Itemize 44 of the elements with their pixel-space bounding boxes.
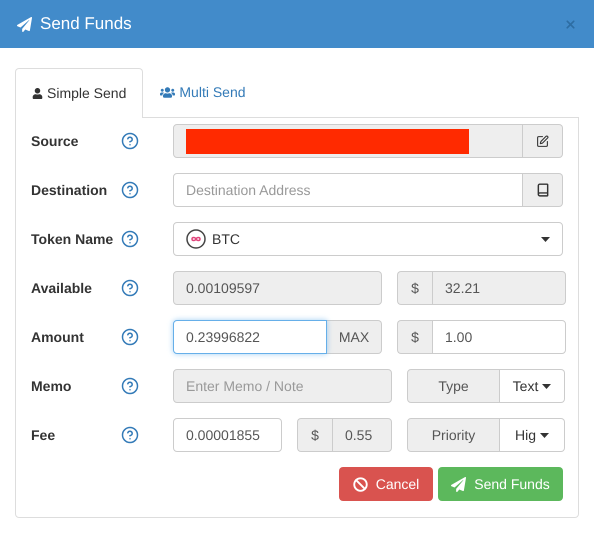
help-icon[interactable] xyxy=(121,230,139,248)
currency-addon: $ xyxy=(297,418,332,452)
ban-icon xyxy=(352,476,368,492)
edit-button[interactable] xyxy=(523,124,563,158)
token-icon xyxy=(186,229,206,249)
dropdown-button[interactable]: Hig xyxy=(500,418,565,452)
input-field[interactable]: 1.00 xyxy=(432,320,566,354)
currency-addon: $ xyxy=(397,271,432,305)
edit-icon xyxy=(536,134,549,148)
caret-icon xyxy=(541,236,550,242)
dropdown-label: Type xyxy=(407,369,500,403)
currency-addon: $ xyxy=(397,320,432,354)
help-icon[interactable] xyxy=(121,279,139,297)
field-label: Source xyxy=(31,132,80,150)
field-label: Destination xyxy=(31,180,108,200)
field-label: Token Name xyxy=(31,230,114,248)
field-label: Fee xyxy=(31,426,56,444)
help-icon[interactable] xyxy=(121,132,139,150)
token-select[interactable]: BTC xyxy=(173,222,563,256)
address-book-button[interactable] xyxy=(523,173,563,207)
help-icon[interactable] xyxy=(121,181,139,199)
tab[interactable]: Simple Send xyxy=(15,68,144,118)
caret-icon xyxy=(542,384,552,388)
input-field[interactable]: 0.23996822 xyxy=(173,320,327,354)
paper-plane-icon xyxy=(451,476,466,492)
field-label: Available xyxy=(31,278,93,298)
help-icon[interactable] xyxy=(121,426,139,444)
caret-icon xyxy=(540,432,549,438)
help-icon[interactable] xyxy=(121,377,139,395)
field-label: Amount xyxy=(31,328,85,346)
paper-plane-icon xyxy=(17,16,32,32)
people-icon xyxy=(160,84,176,100)
person-icon xyxy=(32,88,43,99)
help-icon[interactable] xyxy=(121,328,139,346)
tab[interactable]: Multi Send xyxy=(143,67,263,117)
input-field[interactable]: 0.00001855 xyxy=(173,418,282,452)
dialog-title: Send Funds xyxy=(40,13,133,36)
cancel-button[interactable]: Cancel xyxy=(339,467,433,501)
fee-fiat-value: 0.55 xyxy=(332,418,392,452)
dropdown-label: Priority xyxy=(407,418,500,452)
field-label: Memo xyxy=(31,376,72,396)
book-icon xyxy=(536,183,550,197)
input-field[interactable]: Destination Address xyxy=(173,173,523,207)
max-button[interactable]: MAX xyxy=(327,320,382,354)
